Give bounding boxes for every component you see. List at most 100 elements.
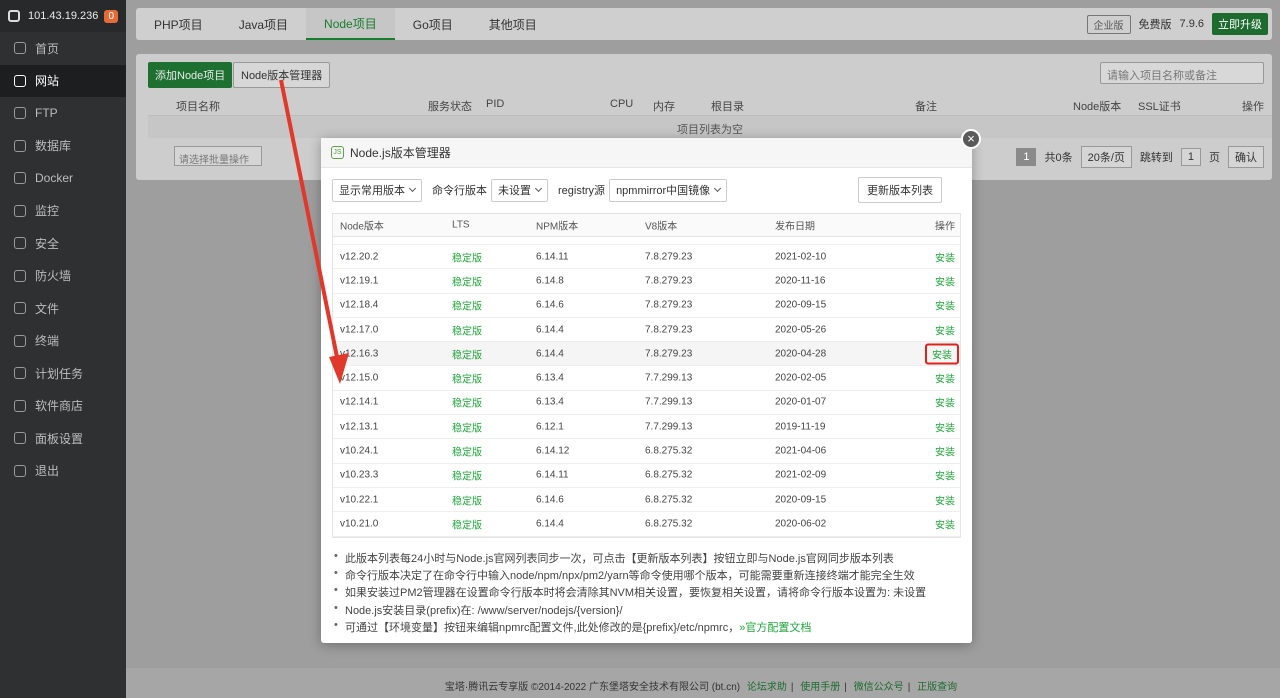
version-row: v12.15.0 稳定版 6.13.4 7.7.299.13 2020-02-05 安装: [333, 366, 960, 391]
page-current[interactable]: 1: [1016, 148, 1037, 166]
refresh-version-list-button[interactable]: 更新版本列表: [858, 177, 942, 203]
footer-link-verify[interactable]: 正版查询: [917, 682, 957, 693]
install-button[interactable]: 安装: [935, 444, 955, 459]
col-node-version: Node版本: [340, 221, 384, 233]
cli-version-value: 未设置: [498, 185, 531, 197]
install-button[interactable]: 安装: [935, 371, 955, 386]
install-button[interactable]: 安装: [935, 273, 955, 288]
install-button[interactable]: 安装: [925, 343, 959, 365]
node-version-cell: v12.16.3: [340, 348, 379, 360]
tab-node[interactable]: Node项目: [306, 8, 395, 40]
sidebar-item-label: 文件: [35, 301, 60, 316]
tab-go[interactable]: Go项目: [395, 8, 471, 40]
official-doc-link[interactable]: »官方配置文档: [739, 622, 811, 634]
files-icon: [14, 302, 26, 315]
version-label: 7.9.6: [1179, 18, 1204, 30]
install-button[interactable]: 安装: [935, 249, 955, 264]
node-version-cell: v12.14.1: [340, 396, 379, 408]
enterprise-badge[interactable]: 企业版: [1086, 14, 1131, 34]
close-icon[interactable]: ×: [961, 129, 981, 149]
sidebar-item-logout[interactable]: 退出: [0, 455, 126, 488]
server-info: 101.43.19.236 0: [0, 0, 126, 32]
lts-cell: 稳定版: [452, 520, 482, 532]
install-button[interactable]: 安装: [935, 322, 955, 337]
version-filter-select[interactable]: 显示常用版本: [332, 178, 422, 202]
v8-version-cell: 6.8.275.32: [645, 494, 693, 506]
sidebar: 101.43.19.236 0 首页 网站 FTP 数据库 Docker 监控安全防火墙文…: [0, 0, 126, 698]
install-button[interactable]: 安装: [935, 419, 955, 434]
install-button[interactable]: 安装: [935, 492, 955, 507]
sidebar-item-cron[interactable]: 计划任务: [0, 357, 126, 390]
footer-link-wechat[interactable]: 微信公众号: [854, 682, 904, 693]
lts-cell: 稳定版: [452, 496, 482, 508]
lts-cell: 稳定版: [452, 253, 482, 265]
sidebar-item-label: Docker: [35, 171, 74, 186]
empty-list-text: 项目列表为空: [148, 116, 1272, 138]
sidebar-item-database[interactable]: 数据库: [0, 130, 126, 163]
tab-php[interactable]: PHP项目: [136, 8, 221, 40]
confirm-jump-button[interactable]: 确认: [1228, 146, 1264, 168]
monitor-icon: [14, 204, 26, 217]
sidebar-item-firewall[interactable]: 防火墙: [0, 260, 126, 293]
nodejs-icon: JS: [331, 146, 344, 159]
node-version-manager-button[interactable]: Node版本管理器: [233, 62, 331, 88]
database-icon: [14, 139, 26, 152]
website-icon: [14, 74, 26, 87]
footer-link-forum[interactable]: 论坛求助: [747, 682, 787, 693]
version-table-header: Node版本 LTS NPM版本 V8版本 发布日期 操作: [333, 214, 960, 237]
sidebar-item-settings[interactable]: 面板设置: [0, 422, 126, 455]
release-date-cell: 2020-11-16: [775, 275, 826, 287]
jump-input[interactable]: 1: [1180, 148, 1201, 166]
note-text: 可通过【环境变量】按钮来编辑npmrc配置文件,此处修改的是{prefix}/e…: [345, 621, 740, 634]
per-page-select[interactable]: 20条/页: [1080, 146, 1132, 168]
footer-link-manual[interactable]: 使用手册: [800, 682, 840, 693]
release-date-cell: 2020-05-26: [775, 324, 827, 336]
release-date-cell: 2020-02-05: [775, 372, 827, 384]
tab-other[interactable]: 其他项目: [471, 8, 555, 40]
sidebar-item-label: 安全: [35, 236, 60, 251]
col-root: 根目录: [711, 101, 744, 113]
sidebar-item-terminal[interactable]: 终端: [0, 325, 126, 358]
tab-java[interactable]: Java项目: [221, 8, 306, 40]
project-search-input[interactable]: 请输入项目名称或备注: [1100, 62, 1264, 84]
notification-badge[interactable]: 0: [104, 9, 118, 23]
install-button[interactable]: 安装: [935, 298, 955, 313]
npm-version-cell: 6.14.8: [536, 275, 564, 287]
upgrade-button[interactable]: 立即升级: [1212, 13, 1268, 35]
node-version-cell: v12.13.1: [340, 421, 379, 433]
release-date-cell: 2019-11-19: [775, 421, 826, 433]
firewall-icon: [14, 269, 26, 282]
col-action: 操作: [935, 221, 955, 233]
footer: 宝塔·腾讯云专享版 ©2014-2022 广东堡塔安全技术有限公司 (bt.cn…: [126, 668, 1280, 698]
v8-version-cell: 7.8.279.23: [645, 348, 693, 360]
cli-version-label: 命令行版本: [432, 185, 487, 197]
sidebar-item-monitor[interactable]: 监控: [0, 195, 126, 228]
edition-label: 免费版: [1138, 19, 1172, 31]
batch-select[interactable]: 请选择批量操作: [174, 146, 262, 166]
npm-version-cell: 6.14.4: [536, 348, 564, 360]
col-memory: 内存: [653, 101, 675, 113]
npm-version-cell: 6.14.6: [536, 299, 564, 311]
sidebar-item-website[interactable]: 网站: [0, 64, 126, 97]
version-row: v12.13.1 稳定版 6.12.1 7.7.299.13 2019-11-19 安装: [333, 415, 960, 440]
v8-version-cell: 7.7.299.13: [645, 396, 693, 408]
install-button[interactable]: 安装: [935, 395, 955, 410]
registry-select[interactable]: npmmirror中国镜像: [609, 178, 728, 202]
dialog-header: JS Node.js版本管理器: [321, 138, 972, 168]
col-action: 操作: [1242, 101, 1264, 113]
sidebar-item-ftp[interactable]: FTP: [0, 97, 126, 130]
chevron-down-icon: [408, 184, 417, 193]
lts-cell: 稳定版: [452, 326, 482, 338]
sidebar-item-docker[interactable]: Docker: [0, 162, 126, 195]
v8-version-cell: 6.8.275.32: [645, 445, 693, 457]
sidebar-item-app-store[interactable]: 软件商店: [0, 390, 126, 423]
install-button[interactable]: 安装: [935, 516, 955, 531]
release-date-cell: 2020-09-15: [775, 494, 827, 506]
cli-version-select[interactable]: 未设置: [491, 178, 548, 202]
sidebar-item-security[interactable]: 安全: [0, 227, 126, 260]
sidebar-item-files[interactable]: 文件: [0, 292, 126, 325]
add-node-project-button[interactable]: 添加Node项目: [148, 62, 233, 88]
install-button[interactable]: 安装: [935, 468, 955, 483]
version-row: v12.18.4 稳定版 6.14.6 7.8.279.23 2020-09-15 安装: [333, 294, 960, 318]
sidebar-item-home[interactable]: 首页: [0, 32, 126, 65]
